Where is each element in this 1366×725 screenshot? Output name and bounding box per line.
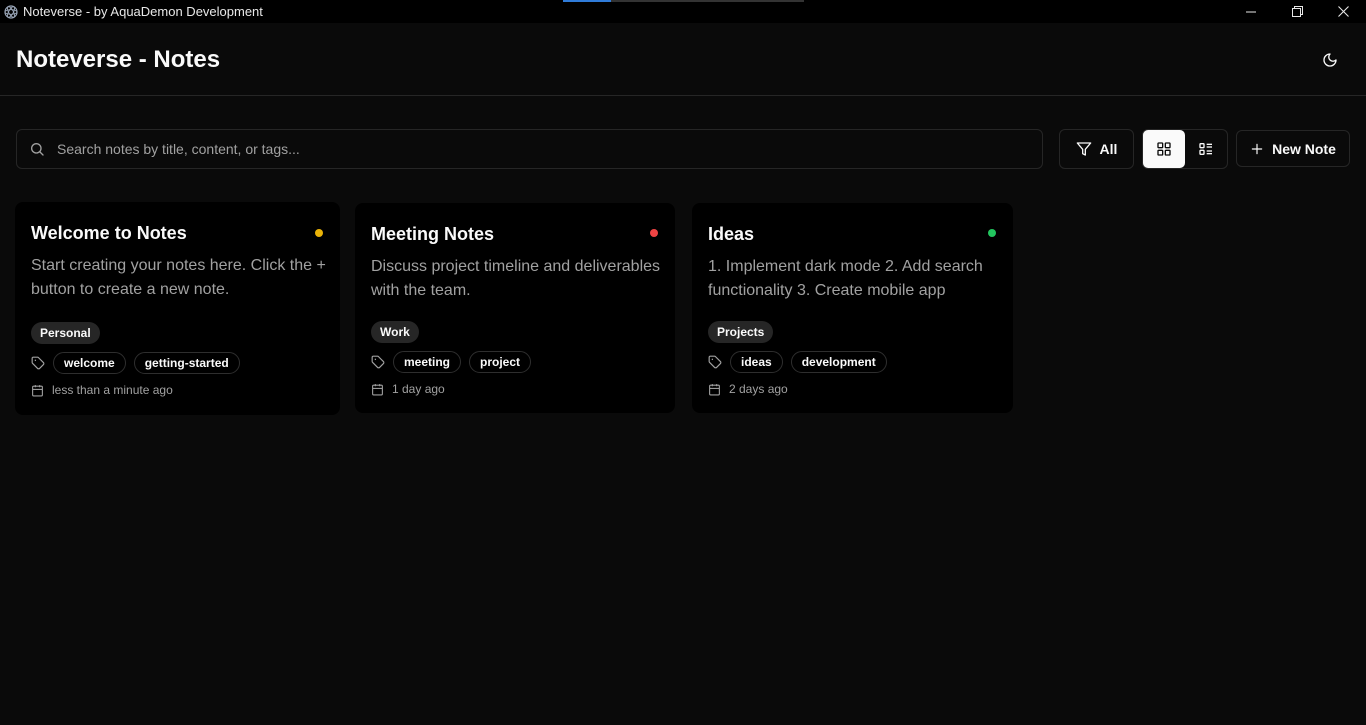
note-date: less than a minute ago [31,383,173,397]
note-content: 1. Implement dark mode 2. Add search fun… [708,258,983,299]
note-date-text: 2 days ago [729,382,788,396]
filter-icon [1076,142,1091,156]
note-category-badge[interactable]: Projects [708,321,774,343]
note-tags: ideas development [708,351,887,373]
note-card[interactable]: Meeting Notes Discuss project timeline a… [355,203,675,413]
note-tags: meeting project [371,351,532,373]
tag-icon [31,356,45,370]
calendar-icon [32,384,43,396]
close-icon [1337,6,1349,17]
restore-button[interactable] [1274,0,1320,23]
note-title: Ideas [708,224,755,244]
theme-toggle-button[interactable] [1314,44,1346,76]
note-title: Meeting Notes [371,224,495,244]
priority-dot [650,229,658,237]
note-category-badge[interactable]: Personal [31,322,100,344]
note-tag[interactable]: development [790,351,887,373]
moon-icon [1323,53,1337,67]
close-button[interactable] [1320,0,1366,23]
priority-dot [315,229,323,237]
tag-icon [708,355,722,369]
restore-icon [1291,6,1303,17]
note-card[interactable]: Welcome to Notes Start creating your not… [15,202,340,415]
new-note-button[interactable]: New Note [1236,130,1350,167]
calendar-icon [709,383,720,395]
grid-view-button[interactable] [1143,130,1185,168]
grid-icon [1157,142,1171,156]
note-content: Discuss project timeline and deliverable… [371,258,661,299]
search-input[interactable] [57,141,957,157]
note-date-text: less than a minute ago [52,383,173,397]
list-view-button[interactable] [1185,130,1227,168]
filter-button[interactable]: All [1059,129,1134,169]
window-title: Noteverse - by AquaDemon Development [23,4,263,19]
note-date: 1 day ago [371,382,445,396]
note-content: Start creating your notes here. Click th… [31,257,326,298]
search-box[interactable] [16,129,1043,169]
app-header: Noteverse - Notes [0,23,1366,96]
app-logo-icon [4,4,18,19]
note-date: 2 days ago [708,382,788,396]
note-tag[interactable]: welcome [53,352,126,374]
priority-dot [988,229,996,237]
search-icon [29,141,45,157]
page-title: Noteverse - Notes [16,46,221,73]
minimize-icon [1246,11,1256,12]
filter-label: All [1099,141,1118,157]
note-tag[interactable]: project [469,351,532,373]
minimize-button[interactable] [1228,0,1274,23]
window-titlebar: Noteverse - by AquaDemon Development [0,0,1366,23]
calendar-icon [372,383,383,395]
list-icon [1199,143,1212,155]
plus-icon [1251,143,1263,154]
tag-icon [371,355,385,369]
view-mode-toggle [1142,129,1228,169]
note-date-text: 1 day ago [392,382,445,396]
loading-progress-fill [563,0,612,2]
note-category-badge[interactable]: Work [371,321,419,343]
new-note-label: New Note [1272,140,1336,157]
note-tag[interactable]: meeting [393,351,462,373]
note-title: Welcome to Notes [31,223,187,243]
loading-progress-bar [563,0,804,2]
note-tag[interactable]: ideas [730,351,783,373]
note-card[interactable]: Ideas 1. Implement dark mode 2. Add sear… [692,203,1013,413]
note-tags: welcome getting-started [31,352,240,374]
note-tag[interactable]: getting-started [133,352,240,374]
